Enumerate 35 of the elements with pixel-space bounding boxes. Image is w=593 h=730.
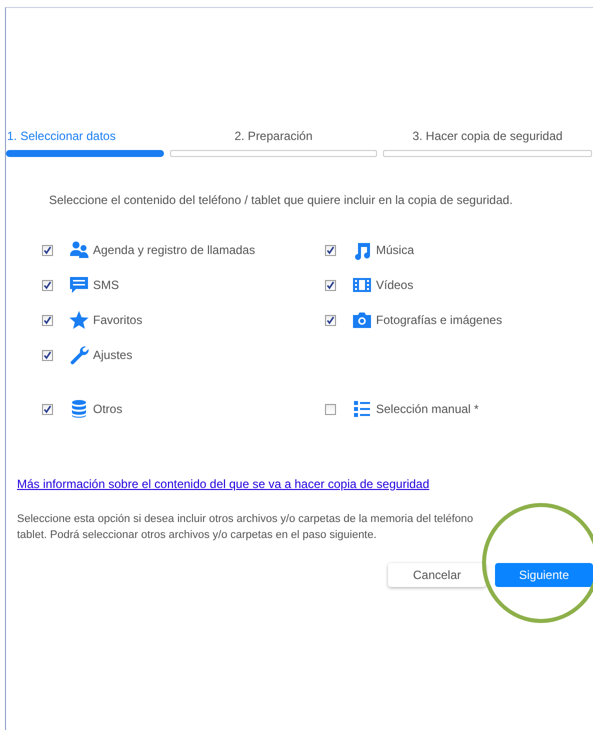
music-note-icon (352, 240, 372, 260)
checkbox[interactable] (42, 404, 53, 414)
wrench-icon (69, 345, 89, 365)
step-tab[interactable]: 3. Hacer copia de seguridad (383, 129, 592, 157)
option-label: SMS (93, 278, 120, 292)
checkbox[interactable] (42, 314, 53, 326)
option-label: Favoritos (93, 313, 142, 327)
option-label: Otros (93, 402, 122, 416)
star-icon (69, 310, 89, 330)
checkbox[interactable] (325, 314, 336, 326)
checkbox[interactable] (42, 280, 53, 290)
note-text: Seleccione esta opción si desea incluir otros archivos y/o carpetas de la memoria del teléfono tablet. Podrá seleccionar otros archivos y/o carpetas en el paso siguiente. (17, 512, 474, 543)
step-tab[interactable]: 1. Seleccionar datos (6, 129, 164, 157)
checkbox[interactable] (325, 244, 336, 256)
option-label: Selección manual * (376, 402, 479, 416)
cancel-button[interactable]: Cancelar (388, 563, 486, 587)
option-label: Fotografías e imágenes (376, 313, 502, 327)
database-icon (69, 399, 89, 419)
checkbox[interactable] (42, 244, 53, 256)
message-icon (69, 275, 89, 295)
option-label: Vídeos (376, 278, 414, 292)
next-button[interactable]: Siguiente (495, 563, 593, 587)
list-icon (352, 399, 372, 419)
instruction-text: Seleccione el contenido del teléfono / tablet que quiere incluir en la copia de seguridad. (49, 193, 514, 207)
option-label: Música (376, 243, 414, 257)
camera-icon (352, 310, 372, 330)
checkbox[interactable] (42, 350, 53, 360)
info-link[interactable]: Más información sobre el contenido del que se va a hacer copia de seguridad (17, 477, 430, 491)
option-label: Agenda y registro de llamadas (93, 243, 256, 257)
people-icon (69, 240, 89, 260)
checkbox[interactable] (325, 404, 336, 414)
option-label: Ajustes (93, 348, 132, 362)
checkbox[interactable] (325, 280, 336, 290)
film-icon (352, 275, 372, 295)
step-tab[interactable]: 2. Preparación (170, 129, 377, 157)
